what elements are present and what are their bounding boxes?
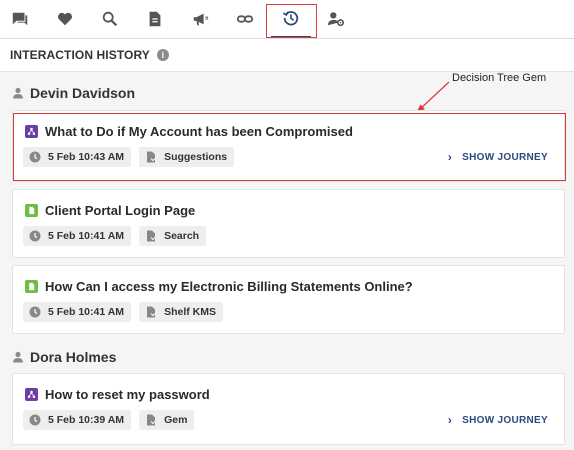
search-icon bbox=[102, 11, 118, 27]
show-journey-button[interactable]: › SHOW JOURNEY bbox=[448, 413, 548, 427]
source-chip: Search bbox=[139, 226, 207, 246]
clock-icon bbox=[29, 306, 41, 318]
card-title: Client Portal Login Page bbox=[25, 203, 195, 218]
timestamp-chip: 5 Feb 10:41 AM bbox=[23, 302, 132, 322]
source-chip: Gem bbox=[139, 410, 195, 430]
card-title: How to reset my password bbox=[25, 387, 210, 402]
document-type-icon bbox=[25, 204, 38, 217]
clock-icon bbox=[29, 414, 41, 426]
card-title-text[interactable]: How Can I access my Electronic Billing S… bbox=[45, 279, 413, 294]
source-document-icon bbox=[147, 414, 156, 426]
timestamp-chip: 5 Feb 10:39 AM bbox=[23, 410, 132, 430]
card-meta: 5 Feb 10:39 AM Gem bbox=[23, 410, 202, 430]
tab-chat[interactable] bbox=[0, 0, 40, 38]
history-card[interactable]: What to Do if My Account has been Compro… bbox=[12, 110, 565, 182]
tab-user-settings[interactable] bbox=[316, 0, 356, 38]
person-name: Dora Holmes bbox=[30, 349, 117, 365]
show-journey-button[interactable]: › SHOW JOURNEY bbox=[448, 150, 548, 164]
decision-tree-gem-icon bbox=[25, 388, 38, 401]
section-title: INTERACTION HISTORY bbox=[10, 48, 150, 62]
timestamp-chip: 5 Feb 10:43 AM bbox=[23, 147, 132, 167]
user-icon bbox=[13, 87, 23, 99]
tab-bar bbox=[0, 0, 574, 39]
document-icon bbox=[149, 11, 161, 27]
heart-icon bbox=[57, 12, 73, 26]
chevron-right-icon: › bbox=[447, 150, 453, 164]
source-chip: Suggestions bbox=[139, 147, 235, 167]
annotation-label: Decision Tree Gem bbox=[452, 72, 547, 84]
history-card[interactable]: Client Portal Login Page 5 Feb 10:41 AM … bbox=[12, 189, 565, 258]
card-meta: 5 Feb 10:43 AM Suggestions bbox=[23, 147, 242, 167]
decision-tree-gem-icon bbox=[25, 125, 38, 138]
tab-favorites[interactable] bbox=[45, 0, 85, 38]
card-title-text[interactable]: Client Portal Login Page bbox=[45, 203, 195, 218]
megaphone-icon bbox=[193, 13, 209, 26]
card-title: What to Do if My Account has been Compro… bbox=[25, 124, 353, 139]
person-name: Devin Davidson bbox=[30, 85, 136, 101]
chat-bubble-icon bbox=[12, 12, 28, 26]
source-chip: Shelf KMS bbox=[139, 302, 223, 322]
info-icon[interactable]: i bbox=[156, 49, 169, 61]
clock-icon bbox=[29, 230, 41, 242]
source-document-icon bbox=[147, 151, 156, 163]
history-card[interactable]: How to reset my password 5 Feb 10:39 AM … bbox=[12, 373, 565, 445]
user-settings-icon bbox=[327, 12, 345, 27]
link-icon bbox=[236, 15, 254, 23]
card-title-text[interactable]: How to reset my password bbox=[45, 387, 210, 402]
chevron-right-icon: › bbox=[447, 413, 453, 427]
tab-links[interactable] bbox=[225, 0, 265, 38]
person-dora-holmes: Dora Holmes bbox=[12, 349, 116, 365]
history-card[interactable]: How Can I access my Electronic Billing S… bbox=[12, 265, 565, 334]
history-icon bbox=[282, 11, 299, 26]
section-header: INTERACTION HISTORY i bbox=[0, 39, 574, 72]
tab-announcements[interactable] bbox=[180, 0, 220, 38]
person-devin-davidson: Devin Davidson bbox=[12, 85, 135, 101]
timestamp-chip: 5 Feb 10:41 AM bbox=[23, 226, 132, 246]
tab-search[interactable] bbox=[90, 0, 130, 38]
source-document-icon bbox=[147, 306, 156, 318]
clock-icon bbox=[29, 151, 41, 163]
user-icon bbox=[13, 351, 23, 363]
card-meta: 5 Feb 10:41 AM Search bbox=[23, 226, 214, 246]
card-meta: 5 Feb 10:41 AM Shelf KMS bbox=[23, 302, 231, 322]
card-title-text[interactable]: What to Do if My Account has been Compro… bbox=[45, 124, 353, 139]
tab-documents[interactable] bbox=[135, 0, 175, 38]
document-type-icon bbox=[25, 280, 38, 293]
tab-history[interactable] bbox=[271, 0, 311, 38]
card-title: How Can I access my Electronic Billing S… bbox=[25, 279, 413, 294]
source-document-icon bbox=[147, 230, 156, 242]
